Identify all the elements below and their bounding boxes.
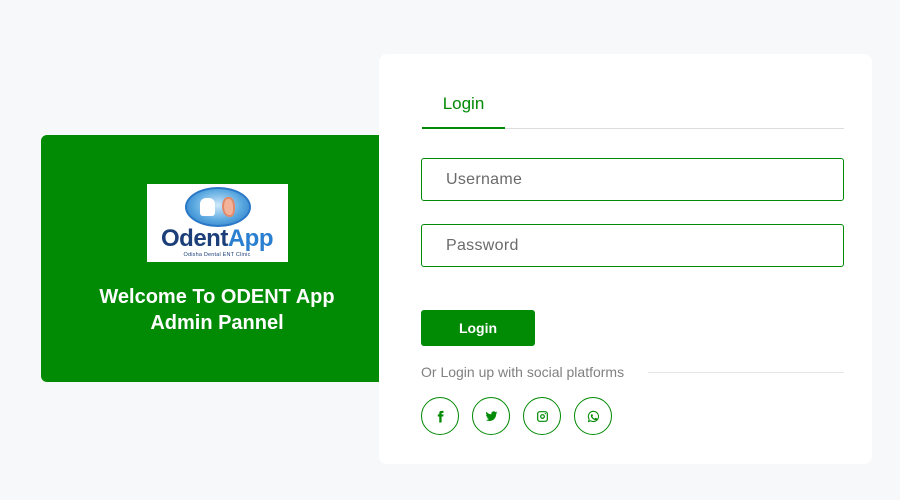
welcome-title-line2: Admin Pannel xyxy=(150,312,284,334)
logo-tagline: Odisha Dental ENT Clinic xyxy=(183,252,251,258)
username-input[interactable] xyxy=(421,158,844,201)
social-divider xyxy=(648,372,844,373)
tooth-icon xyxy=(199,198,215,216)
tab-bar: Login xyxy=(422,84,844,129)
ear-icon xyxy=(221,197,235,217)
whatsapp-button[interactable] xyxy=(574,397,612,435)
whatsapp-icon xyxy=(587,410,599,422)
twitter-icon xyxy=(485,410,497,421)
facebook-button[interactable] xyxy=(421,397,459,435)
odent-app-logo: OdentApp Odisha Dental ENT Clinic xyxy=(146,184,288,262)
welcome-panel: OdentApp Odisha Dental ENT Clinic Welcom… xyxy=(41,135,393,382)
logo-emblem xyxy=(184,187,251,227)
password-input[interactable] xyxy=(421,224,844,267)
login-card: Login Login Or Login up with social plat… xyxy=(379,54,872,464)
page: OdentApp Odisha Dental ENT Clinic Welcom… xyxy=(0,0,900,500)
tab-login[interactable]: Login xyxy=(422,84,505,129)
twitter-button[interactable] xyxy=(472,397,510,435)
logo-wordmark: OdentApp xyxy=(161,225,273,252)
login-button[interactable]: Login xyxy=(421,310,535,346)
facebook-icon xyxy=(437,410,444,422)
social-login-text: Or Login up with social platforms xyxy=(421,364,625,380)
instagram-button[interactable] xyxy=(523,397,561,435)
welcome-title: Welcome To ODENT App Admin Pannel xyxy=(99,284,334,336)
instagram-icon xyxy=(536,410,548,422)
welcome-title-line1: Welcome To ODENT App xyxy=(99,286,335,308)
